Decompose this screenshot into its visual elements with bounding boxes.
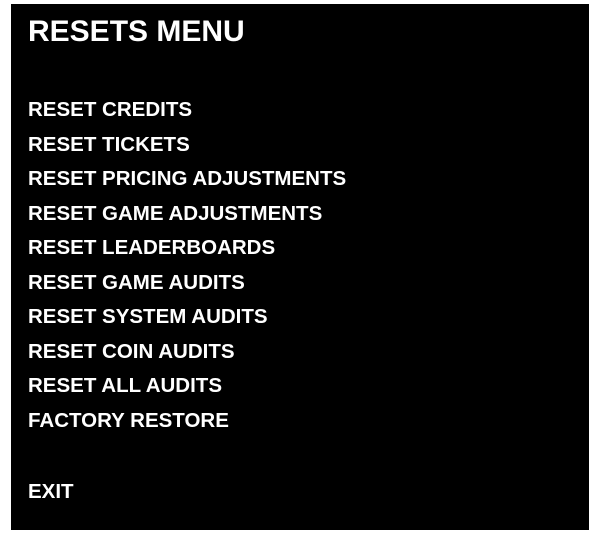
menu-item-reset-coin-audits[interactable]: RESET COIN AUDITS [28, 335, 346, 370]
resets-menu-list: RESET CREDITS RESET TICKETS RESET PRICIN… [28, 93, 346, 438]
menu-item-reset-game-audits[interactable]: RESET GAME AUDITS [28, 266, 346, 301]
menu-item-reset-system-audits[interactable]: RESET SYSTEM AUDITS [28, 300, 346, 335]
menu-item-reset-game-adjustments[interactable]: RESET GAME ADJUSTMENTS [28, 197, 346, 232]
menu-item-reset-all-audits[interactable]: RESET ALL AUDITS [28, 369, 346, 404]
menu-item-reset-tickets[interactable]: RESET TICKETS [28, 128, 346, 163]
menu-item-reset-leaderboards[interactable]: RESET LEADERBOARDS [28, 231, 346, 266]
menu-item-exit[interactable]: EXIT [28, 475, 74, 510]
resets-menu-screen: RESETS MENU RESET CREDITS RESET TICKETS … [11, 4, 589, 530]
menu-item-factory-restore[interactable]: FACTORY RESTORE [28, 404, 346, 439]
menu-item-reset-pricing-adjustments[interactable]: RESET PRICING ADJUSTMENTS [28, 162, 346, 197]
menu-title: RESETS MENU [28, 15, 245, 48]
menu-item-reset-credits[interactable]: RESET CREDITS [28, 93, 346, 128]
